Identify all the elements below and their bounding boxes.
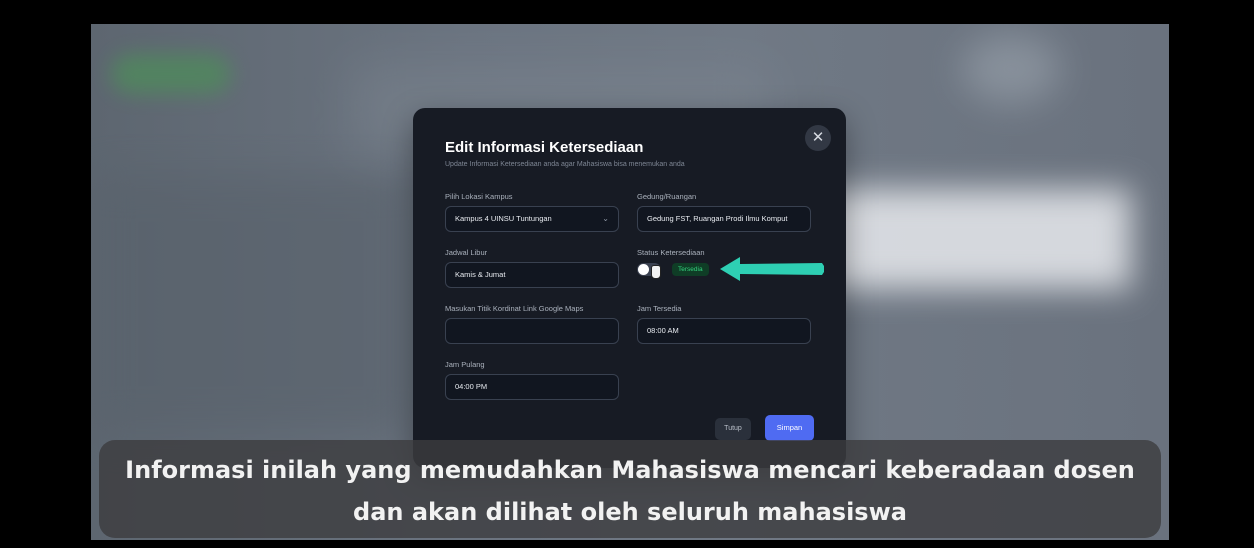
modal-subtitle: Update Informasi Ketersediaan anda agar … [445, 161, 685, 168]
maps-label: Masukan Titik Kordinat Link Google Maps [445, 304, 584, 313]
caption-line-2: dan akan dilihat oleh seluruh mahasiswa [353, 498, 907, 526]
close-button[interactable]: Tutup [715, 418, 751, 440]
close-icon[interactable]: ✕ [805, 125, 831, 151]
modal-title: Edit Informasi Ketersediaan [445, 139, 644, 156]
status-badge: Tersedia [672, 263, 709, 276]
lokasi-label: Pilih Lokasi Kampus [445, 192, 513, 201]
video-frame: ✕ Edit Informasi Ketersediaan Update Inf… [0, 0, 1254, 548]
mouse-cursor-icon [651, 265, 661, 279]
gedung-label: Gedung/Ruangan [637, 192, 697, 201]
caption-line-1: Informasi inilah yang memudahkan Mahasis… [125, 456, 1135, 484]
toggle-knob [638, 264, 649, 275]
gedung-input[interactable]: Gedung FST, Ruangan Prodi Ilmu Komput [637, 206, 811, 232]
jam-tersedia-label: Jam Tersedia [637, 304, 682, 313]
edit-availability-modal: ✕ Edit Informasi Ketersediaan Update Inf… [413, 108, 846, 468]
jadwal-input[interactable]: Kamis & Jumat [445, 262, 619, 288]
jadwal-label: Jadwal Libur [445, 248, 488, 257]
lokasi-select[interactable]: Kampus 4 UINSU Tuntungan ⌄ [445, 206, 619, 232]
save-button[interactable]: Simpan [765, 415, 814, 441]
pointer-arrow-icon [720, 257, 824, 281]
status-label: Status Ketersediaan [637, 248, 705, 257]
video-caption: Informasi inilah yang memudahkan Mahasis… [99, 440, 1161, 538]
chevron-down-icon: ⌄ [602, 214, 609, 223]
jam-tersedia-input[interactable]: 08:00 AM [637, 318, 811, 344]
jam-pulang-label: Jam Pulang [445, 360, 485, 369]
jam-pulang-input[interactable]: 04:00 PM [445, 374, 619, 400]
maps-input[interactable] [445, 318, 619, 344]
lokasi-value: Kampus 4 UINSU Tuntungan [455, 214, 552, 223]
